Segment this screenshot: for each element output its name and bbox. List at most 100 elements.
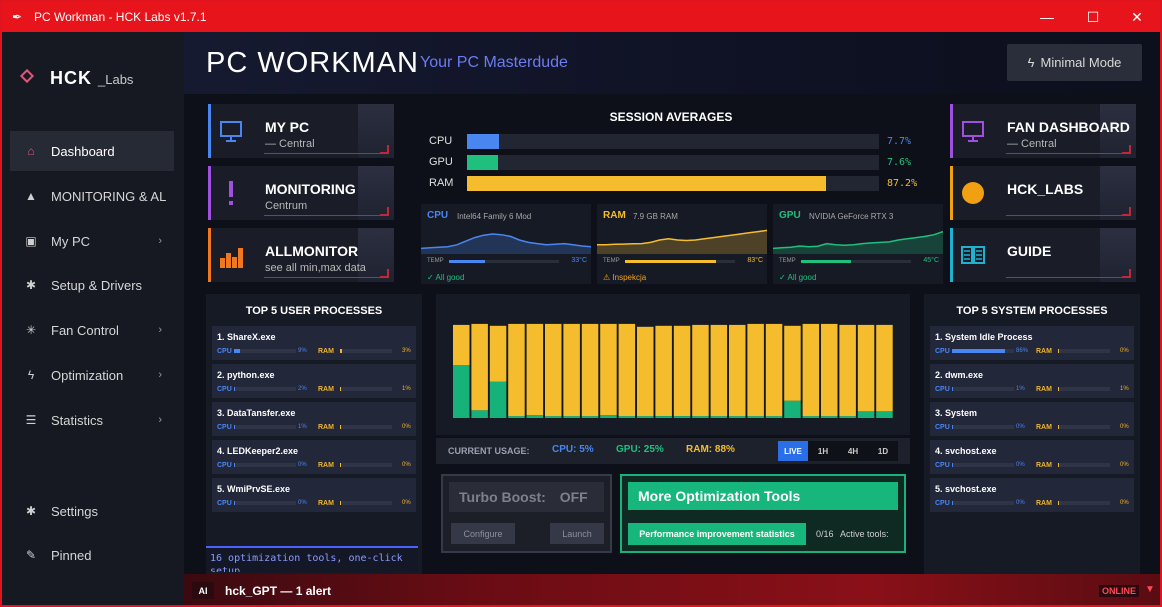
- tile-icon-box: [958, 238, 988, 272]
- sidebar-item-monitoring-al[interactable]: ▲ MONITORING & AL: [10, 176, 174, 216]
- ram-value: 0%: [402, 462, 411, 468]
- cpu-fill: [952, 425, 953, 429]
- sidebar-item-settings[interactable]: ✱ Settings: [10, 491, 174, 531]
- tile-guide[interactable]: GUIDE: [950, 228, 1136, 282]
- launch-button[interactable]: Launch: [550, 523, 604, 544]
- timeframe-live[interactable]: LIVE: [778, 441, 808, 461]
- session-track: [467, 155, 879, 170]
- cpu-label: CPU: [217, 500, 232, 507]
- tile-title: MY PC: [265, 119, 310, 135]
- usage-bar-segment-1: [673, 325, 691, 416]
- sidebar-item-pinned[interactable]: ✎ Pinned: [10, 535, 174, 575]
- session-row-cpu: CPU 7.7%: [429, 134, 919, 150]
- ram-label: RAM: [1036, 348, 1052, 355]
- sidebar-item-label: Settings: [51, 503, 98, 519]
- process-row[interactable]: 5. WmiPrvSE.exe CPU 0% RAM 0%: [212, 478, 416, 512]
- corner-icon: [1122, 207, 1131, 216]
- sidebar-item-optimization[interactable]: ϟ Optimization ›: [10, 355, 174, 395]
- corner-icon: [380, 145, 389, 154]
- ram-fill: [340, 349, 342, 353]
- dashboard-main: MY PC — Central MONITORING Centrum ALLMONITO…: [184, 94, 1160, 574]
- process-row[interactable]: 4. svchost.exe CPU 0% RAM 0%: [930, 440, 1134, 474]
- performance-stats-button[interactable]: Performance improvement statistics: [628, 523, 806, 545]
- temp-track: [625, 260, 735, 263]
- usage-bar-segment-0: [489, 381, 507, 418]
- warning-icon: ▲: [25, 189, 37, 203]
- configure-button[interactable]: Configure: [451, 523, 515, 544]
- current-gpu: GPU: 25%: [616, 444, 664, 455]
- session-fill: [467, 134, 499, 149]
- cpu-value: 0%: [1016, 424, 1025, 430]
- ram-fill: [340, 463, 341, 467]
- alert-text: hck_GPT — 1 alert: [225, 584, 332, 598]
- ram-track: [340, 425, 392, 429]
- session-track: [467, 176, 879, 191]
- mini-head: CPU: [427, 210, 449, 221]
- ram-value: 0%: [402, 500, 411, 506]
- dropdown-arrow-icon[interactable]: ▼: [1145, 584, 1155, 595]
- session-label: RAM: [429, 177, 454, 189]
- usage-bar-segment-1: [508, 323, 525, 417]
- sidebar-item-setup-drivers[interactable]: ✱ Setup & Drivers: [10, 265, 174, 305]
- ram-label: RAM: [318, 462, 334, 469]
- tile-monitoring[interactable]: MONITORING Centrum: [208, 166, 394, 220]
- mini-desc: NVIDIA GeForce RTX 3: [809, 212, 894, 221]
- minimize-button[interactable]: —: [1024, 2, 1070, 32]
- ai-alert-bar[interactable]: AI hck_GPT — 1 alert ONLINE ▼: [184, 574, 1160, 605]
- process-row[interactable]: 3. DataTansfer.exe CPU 1% RAM 0%: [212, 402, 416, 436]
- window-title: PC Workman - HCK Labs v1.7.1: [34, 10, 207, 24]
- tile-subtitle: — Central: [1007, 138, 1057, 150]
- tile-hck-labs[interactable]: HCK_LABS: [950, 166, 1136, 220]
- usage-bar-segment-0: [453, 365, 470, 418]
- usage-bar-segment-1: [839, 324, 856, 417]
- usage-bar-segment-1: [471, 323, 488, 411]
- process-row[interactable]: 2. dwm.exe CPU 1% RAM 1%: [930, 364, 1134, 398]
- current-cpu: CPU: 5%: [552, 444, 594, 455]
- process-row[interactable]: 5. svchost.exe CPU 0% RAM 0%: [930, 478, 1134, 512]
- cpu-label: CPU: [935, 424, 950, 431]
- session-percent: 87.2%: [887, 178, 918, 189]
- process-row[interactable]: 3. System CPU 0% RAM 0%: [930, 402, 1134, 436]
- process-row[interactable]: 1. System Idle Process CPU 86% RAM 0%: [930, 326, 1134, 360]
- sidebar-item-statistics[interactable]: ☰ Statistics ›: [10, 400, 174, 440]
- process-name: 2. dwm.exe: [935, 370, 984, 380]
- sidebar-item-dashboard[interactable]: ⌂ Dashboard: [10, 131, 174, 171]
- tile-fan-dashboard[interactable]: FAN DASHBOARD — Central: [950, 104, 1136, 158]
- usage-bar-segment-0: [839, 416, 856, 418]
- status-text: ✓ All good: [779, 273, 817, 282]
- monitor-icon: [962, 121, 984, 142]
- more-optimization-button[interactable]: More Optimization Tools: [628, 482, 898, 510]
- usage-bar-segment-1: [747, 323, 764, 417]
- mini-head: GPU: [779, 210, 801, 221]
- chevron-right-icon: ›: [158, 414, 162, 426]
- header: PC WORKMAN Your PC Masterdude ϟ Minimal …: [184, 32, 1160, 94]
- cpu-track: [234, 425, 296, 429]
- process-name: 4. LEDKeeper2.exe: [217, 446, 299, 456]
- tile-allmonitor[interactable]: ALLMONITOR see all min,max data: [208, 228, 394, 282]
- diamond-icon: [19, 68, 35, 84]
- process-row[interactable]: 4. LEDKeeper2.exe CPU 0% RAM 0%: [212, 440, 416, 474]
- timeframe-4h[interactable]: 4H: [838, 441, 868, 461]
- temp-track: [449, 260, 559, 263]
- cpu-track: [234, 387, 296, 391]
- sidebar-item-my-pc[interactable]: ▣ My PC ›: [10, 221, 174, 261]
- process-row[interactable]: 1. ShareX.exe CPU 9% RAM 3%: [212, 326, 416, 360]
- close-button[interactable]: ✕: [1114, 2, 1160, 32]
- usage-bar-segment-0: [581, 416, 599, 418]
- usage-bar-segment-1: [526, 323, 544, 416]
- sidebar-item-fan-control[interactable]: ✳ Fan Control ›: [10, 310, 174, 350]
- minimal-mode-button[interactable]: ϟ Minimal Mode: [1007, 44, 1142, 81]
- usage-bar-segment-1: [729, 324, 746, 417]
- tile-underline: [264, 277, 380, 278]
- cpu-fill: [952, 463, 953, 467]
- tile-my-pc[interactable]: MY PC — Central: [208, 104, 394, 158]
- mini-sparkline: [773, 230, 943, 254]
- maximize-button[interactable]: ☐: [1070, 2, 1116, 32]
- gear-icon: ✱: [25, 278, 37, 292]
- sidebar-item-label: Dashboard: [51, 143, 115, 159]
- turbo-boost-toggle[interactable]: Turbo Boost: OFF: [449, 482, 604, 512]
- tile-title: FAN DASHBOARD: [1007, 119, 1130, 135]
- timeframe-1d[interactable]: 1D: [868, 441, 898, 461]
- timeframe-1h[interactable]: 1H: [808, 441, 838, 461]
- process-row[interactable]: 2. python.exe CPU 2% RAM 1%: [212, 364, 416, 398]
